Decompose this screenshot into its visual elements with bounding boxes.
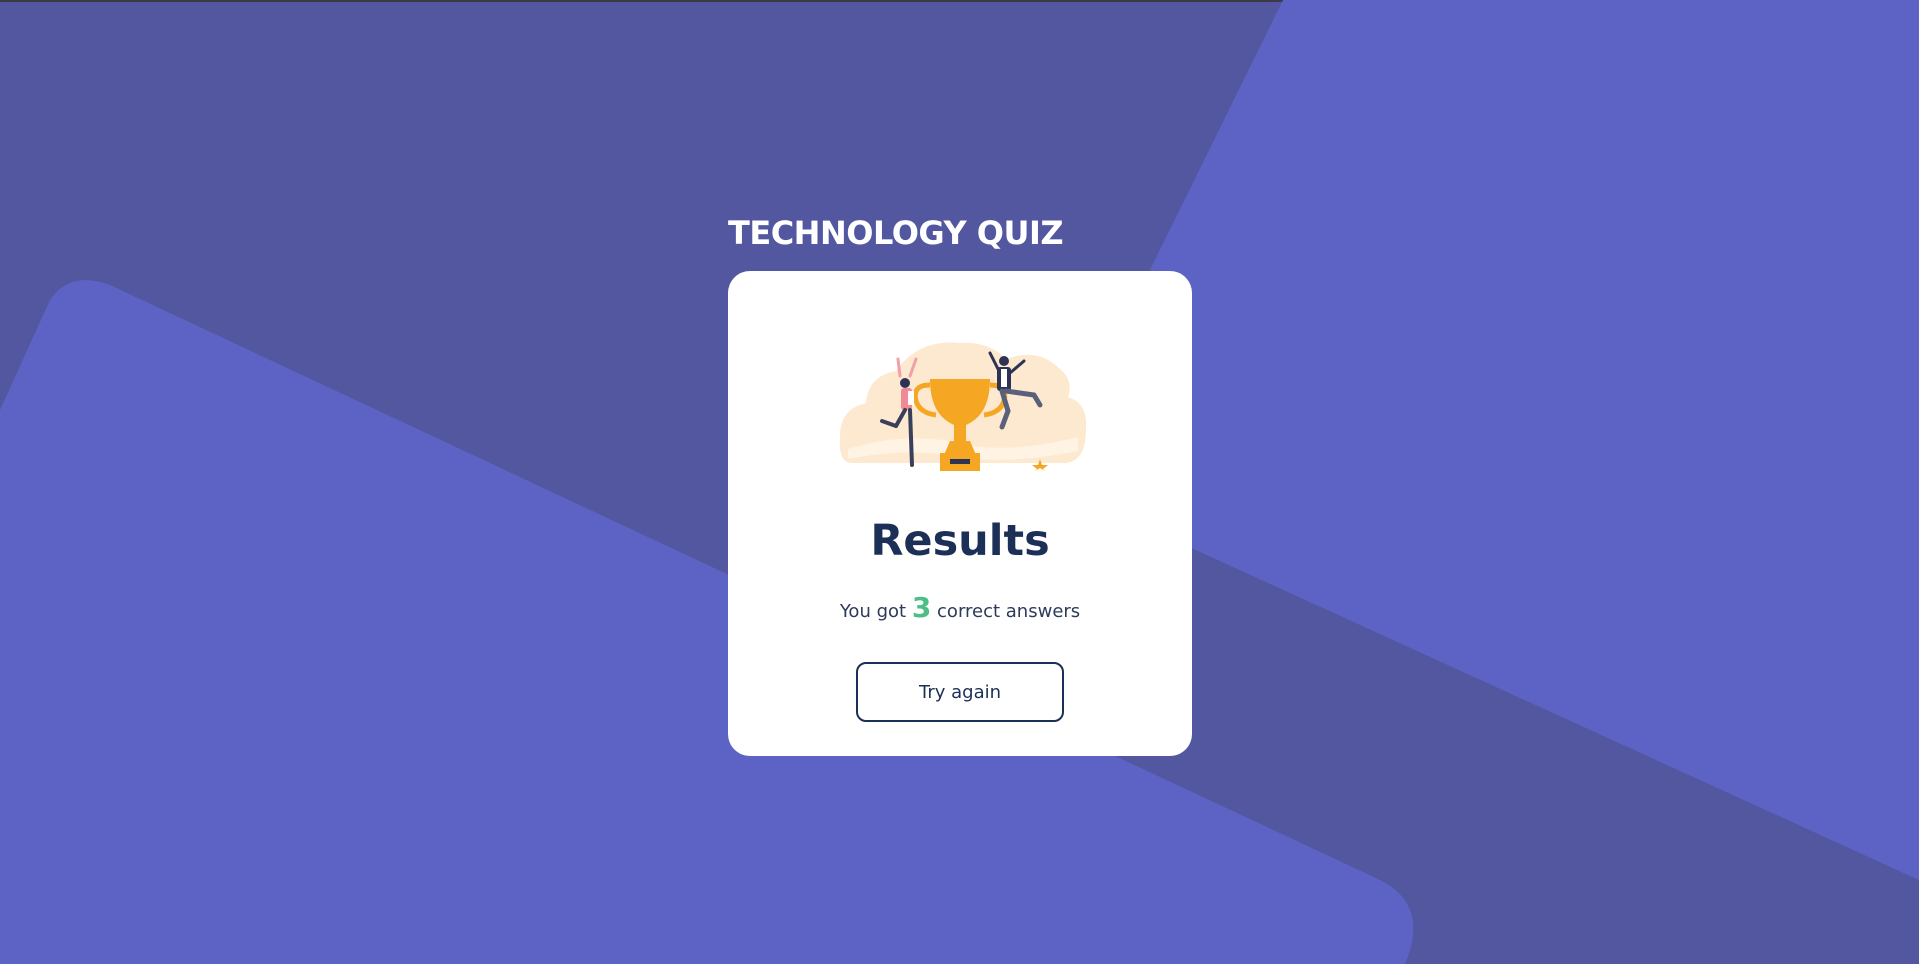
score-count: 3 [911,591,932,624]
results-heading: Results [870,516,1050,566]
score-suffix: correct answers [937,601,1081,622]
score-summary: You got 3 correct answers [728,591,1192,624]
try-again-button[interactable]: Try again [856,662,1064,722]
background-shape-right [1130,0,1919,880]
trophy-celebration-illustration [839,342,1087,471]
quiz-title: TECHNOLOGY QUIZ [728,214,1064,252]
results-card: Results You got 3 correct answers Try ag… [728,271,1192,756]
score-prefix: You got [839,601,907,622]
